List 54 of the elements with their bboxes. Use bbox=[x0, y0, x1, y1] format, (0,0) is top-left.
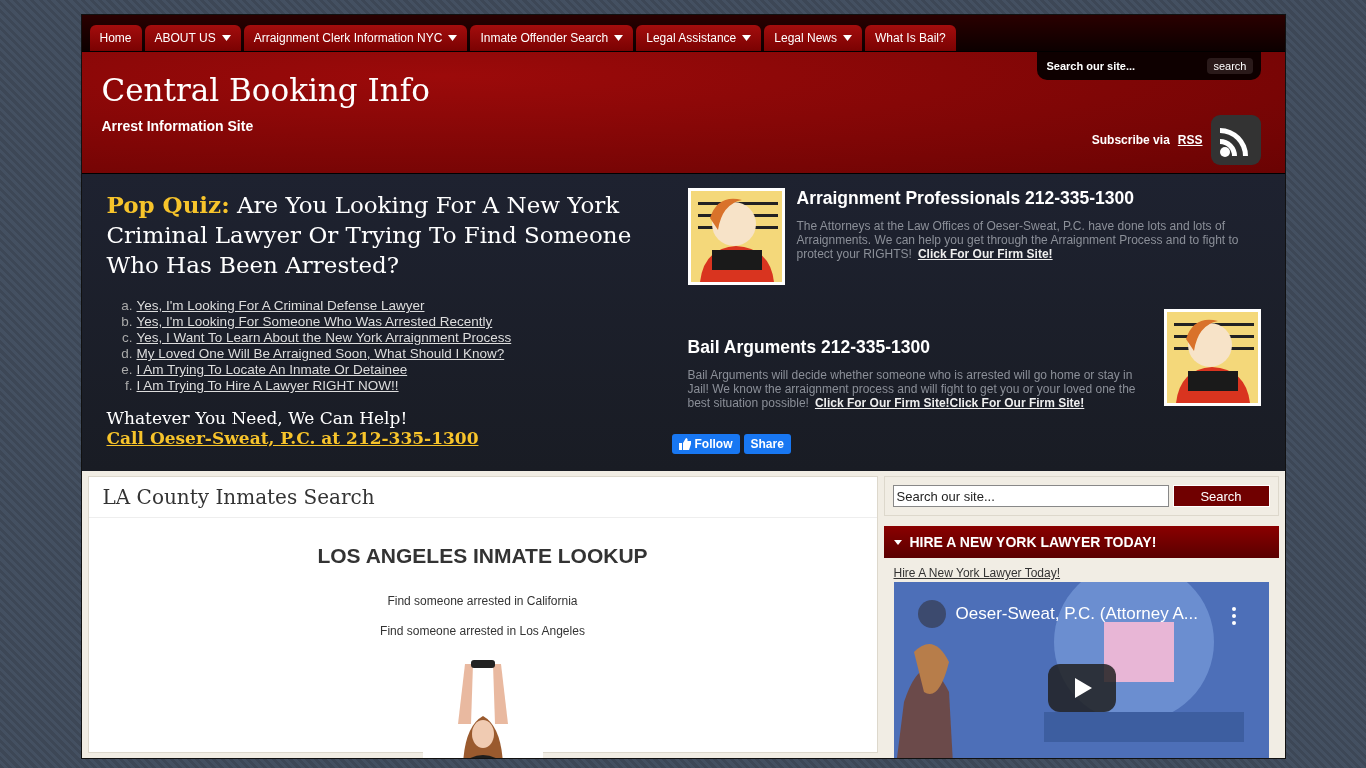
search-field[interactable]: Search our site... bbox=[892, 485, 1169, 507]
ad-text: The Attorneys at the Law Offices of Oeser-Sweat, P.C. have done lots and lots of Arraignments. We can help you get through the Arraignment Process and to fight to protect your RIGHTS! Click For Our Firm Site! bbox=[796, 219, 1240, 261]
firm-site-link[interactable]: Click For Our Firm Site! bbox=[917, 247, 1053, 261]
body-text: Find someone arrested in Los Angeles bbox=[380, 624, 585, 638]
more-icon[interactable] bbox=[1230, 606, 1237, 626]
list-marker: e. bbox=[120, 362, 133, 378]
caret-icon bbox=[221, 35, 231, 41]
caret-icon bbox=[893, 539, 902, 545]
quiz-option-link[interactable]: Yes, I'm Looking For A Criminal Defense Lawyer bbox=[136, 298, 425, 314]
rss-icon[interactable] bbox=[1210, 115, 1261, 165]
play-icon[interactable] bbox=[1047, 664, 1116, 712]
rss-link[interactable]: RSS bbox=[1177, 133, 1203, 147]
search-button[interactable]: Search bbox=[1172, 485, 1270, 507]
thumbs-up-icon bbox=[678, 438, 691, 450]
page-title: LA County Inmates Search bbox=[88, 477, 877, 518]
ad-title: Bail Arguments 212-335-1300 bbox=[687, 337, 932, 358]
quiz-option-link[interactable]: I Am Trying To Locate An Inmate Or Detainee bbox=[136, 362, 408, 378]
caret-icon bbox=[742, 35, 752, 41]
ad-text: Bail Arguments will decide whether someone who is arrested will go home or stay in Jail! We know the arraignment process and will fight to get you or your loved one the best situation possible! Click For Our Firm Site!Click For Our Firm Site! bbox=[687, 368, 1137, 410]
nav-tab[interactable]: ABOUT US bbox=[144, 25, 241, 51]
site-title: Central Booking Info bbox=[101, 72, 430, 108]
body-text: Find someone arrested in California bbox=[387, 594, 578, 608]
widget-link[interactable]: Hire A New York Lawyer Today! bbox=[893, 566, 1269, 580]
list-marker: b. bbox=[120, 314, 133, 330]
help-text: Whatever You Need, We Can Help! bbox=[106, 408, 409, 428]
caret-icon bbox=[614, 35, 624, 41]
quiz-option-link[interactable]: I Am Trying To Hire A Lawyer RIGHT NOW!! bbox=[136, 378, 399, 394]
ad-title: Arraignment Professionals 212-335-1300 bbox=[796, 188, 1136, 209]
firm-site-link[interactable]: Click For Our Firm Site!Click For Our Firm Site! bbox=[814, 396, 1085, 410]
nav-tab[interactable]: Inmate Offender Search bbox=[470, 25, 634, 51]
nav-tab[interactable]: Home bbox=[89, 25, 142, 51]
search-field[interactable]: Search our site... search bbox=[1036, 52, 1261, 80]
nav-tab[interactable]: Legal Assistance bbox=[636, 25, 762, 51]
nav-tab[interactable]: What Is Bail? bbox=[865, 25, 956, 51]
quiz-question: Pop Quiz: Are You Looking For A New York Criminal Lawyer Or Trying To Find Someone Who Has Been Arrested? bbox=[106, 190, 633, 280]
list-marker: c. bbox=[121, 330, 133, 346]
widget-title: HIRE A NEW YORK LAWYER TODAY! bbox=[909, 534, 1157, 550]
nav-tab[interactable]: Arraignment Clerk Information NYC bbox=[243, 25, 468, 51]
quiz-option-link[interactable]: Yes, I Want To Learn About the New York Arraignment Process bbox=[136, 330, 512, 346]
list-marker: a. bbox=[120, 298, 133, 314]
section-heading: LOS ANGELES INMATE LOOKUP bbox=[317, 544, 648, 568]
call-link[interactable]: Call Oeser-Sweat, P.C. at 212-335-1300 bbox=[106, 428, 647, 448]
caret-icon bbox=[448, 35, 458, 41]
share-button[interactable]: Share bbox=[743, 434, 791, 454]
nav-tab[interactable]: Legal News bbox=[764, 25, 862, 51]
search-button[interactable]: search bbox=[1207, 58, 1253, 74]
site-tagline: Arrest Information Site bbox=[101, 118, 255, 134]
quiz-option-link[interactable]: Yes, I'm Looking For Someone Who Was Arrested Recently bbox=[136, 314, 493, 330]
subscribe-text: Subscribe via bbox=[1091, 133, 1170, 147]
caret-icon bbox=[843, 35, 852, 41]
quiz-option-link[interactable]: My Loved One Will Be Arraigned Soon, What Should I Know? bbox=[136, 346, 505, 362]
follow-button[interactable]: Follow bbox=[671, 434, 740, 454]
list-marker: d. bbox=[120, 346, 133, 362]
list-marker: f. bbox=[124, 378, 133, 394]
